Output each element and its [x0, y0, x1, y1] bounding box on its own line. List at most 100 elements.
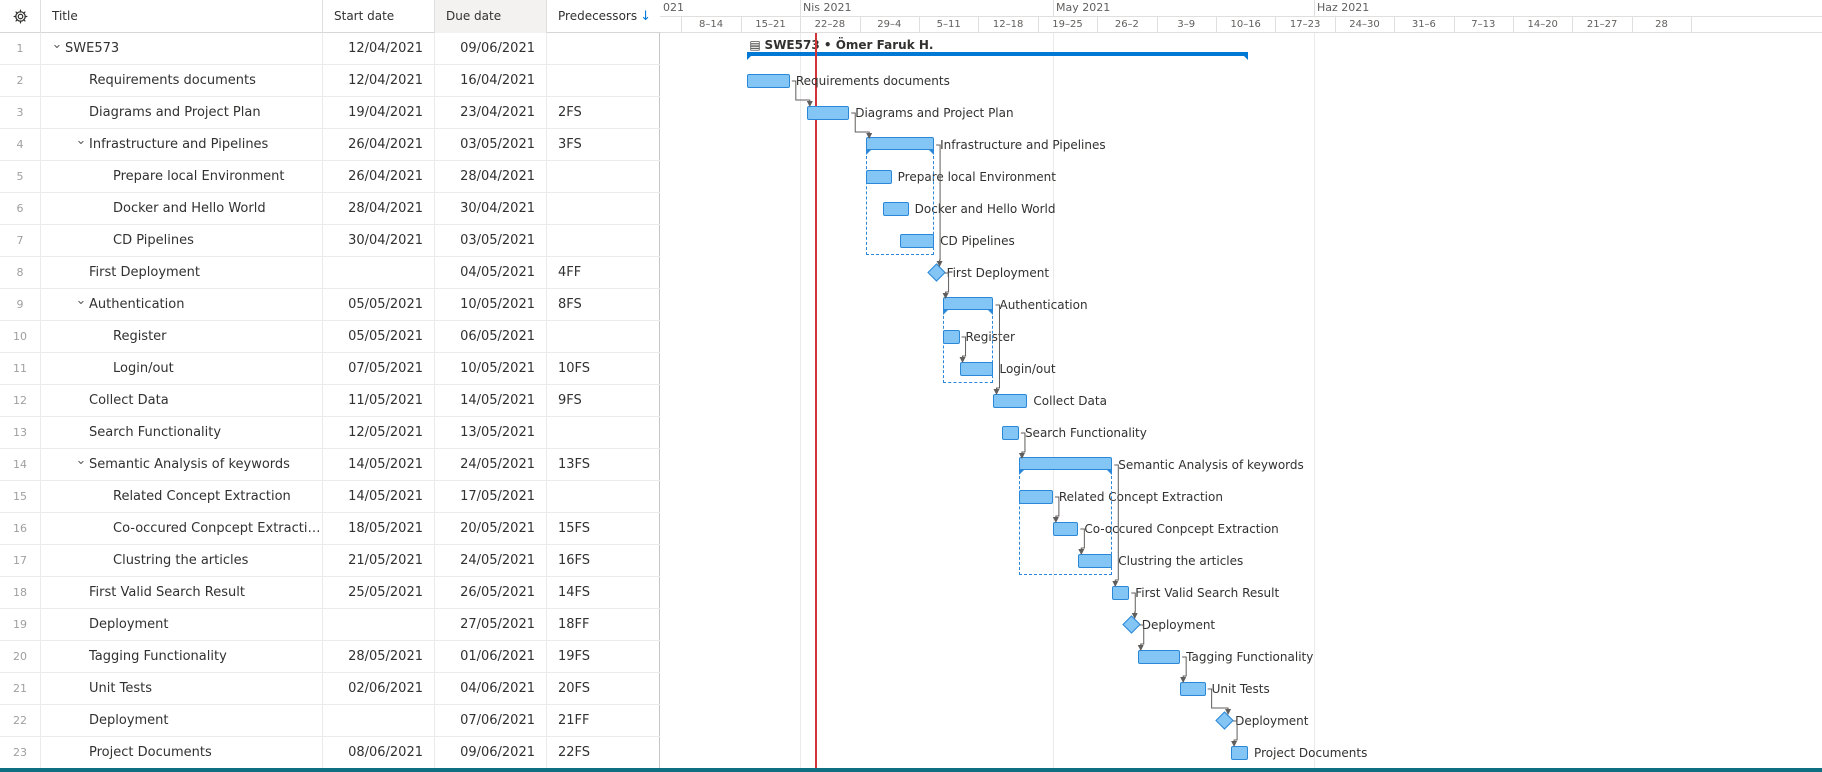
task-row[interactable]: 7 CD Pipelines 30/04/2021 03/05/2021	[0, 225, 660, 257]
task-title-cell[interactable]: Login/out	[41, 353, 323, 385]
column-header-start-date[interactable]: Start date	[323, 0, 435, 33]
start-date-cell[interactable]: 05/05/2021	[323, 321, 435, 353]
task-title-cell[interactable]: ⌄ Semantic Analysis of keywords	[41, 449, 323, 481]
task-row[interactable]: 20 Tagging Functionality 28/05/2021 01/06/2…	[0, 641, 660, 673]
start-date-cell[interactable]	[323, 705, 435, 737]
start-date-cell[interactable]: 21/05/2021	[323, 545, 435, 577]
task-title-cell[interactable]: Register	[41, 321, 323, 353]
chevron-down-icon[interactable]: ⌄	[49, 33, 65, 57]
task-title-cell[interactable]: Collect Data	[41, 385, 323, 417]
task-row[interactable]: 2 Requirements documents 12/04/2021 16/04/2…	[0, 65, 660, 97]
due-date-cell[interactable]: 14/05/2021	[435, 385, 547, 417]
task-row[interactable]: 18 First Valid Search Result 25/05/2021 26/…	[0, 577, 660, 609]
due-date-cell[interactable]: 10/05/2021	[435, 353, 547, 385]
task-row[interactable]: 15 Related Concept Extraction 14/05/2021 17…	[0, 481, 660, 513]
due-date-cell[interactable]: 24/05/2021	[435, 449, 547, 481]
predecessors-cell[interactable]: 9FS	[547, 385, 660, 417]
due-date-cell[interactable]: 23/04/2021	[435, 97, 547, 129]
due-date-cell[interactable]: 30/04/2021	[435, 193, 547, 225]
start-date-cell[interactable]: 11/05/2021	[323, 385, 435, 417]
task-row[interactable]: 11 Login/out 07/05/2021 10/05/2021 10FS	[0, 353, 660, 385]
start-date-cell[interactable]: 02/06/2021	[323, 673, 435, 705]
start-date-cell[interactable]: 26/04/2021	[323, 129, 435, 161]
due-date-cell[interactable]: 13/05/2021	[435, 417, 547, 449]
due-date-cell[interactable]: 09/06/2021	[435, 737, 547, 769]
column-header-due-date[interactable]: Due date	[435, 0, 547, 33]
task-title-cell[interactable]: ⌄ Infrastructure and Pipelines	[41, 129, 323, 161]
start-date-cell[interactable]: 12/04/2021	[323, 65, 435, 97]
due-date-cell[interactable]: 01/06/2021	[435, 641, 547, 673]
arrow-down-icon[interactable]: ↓	[640, 9, 651, 24]
task-title-cell[interactable]: Deployment	[41, 609, 323, 641]
due-date-cell[interactable]: 20/05/2021	[435, 513, 547, 545]
start-date-cell[interactable]: 14/05/2021	[323, 481, 435, 513]
predecessors-cell[interactable]: 3FS	[547, 129, 660, 161]
start-date-cell[interactable]: 08/06/2021	[323, 737, 435, 769]
start-date-cell[interactable]: 12/04/2021	[323, 33, 435, 65]
task-title-cell[interactable]: ⌄ Authentication	[41, 289, 323, 321]
due-date-cell[interactable]: 28/04/2021	[435, 161, 547, 193]
start-date-cell[interactable]: 28/04/2021	[323, 193, 435, 225]
predecessors-cell[interactable]	[547, 225, 660, 257]
due-date-cell[interactable]: 26/05/2021	[435, 577, 547, 609]
task-row[interactable]: 9 ⌄ Authentication 05/05/2021 10/05/2021 8FS	[0, 289, 660, 321]
task-title-cell[interactable]: First Valid Search Result	[41, 577, 323, 609]
predecessors-cell[interactable]: 13FS	[547, 449, 660, 481]
predecessors-cell[interactable]	[547, 321, 660, 353]
predecessors-cell[interactable]	[547, 161, 660, 193]
task-title-cell[interactable]: Diagrams and Project Plan	[41, 97, 323, 129]
due-date-cell[interactable]: 06/05/2021	[435, 321, 547, 353]
start-date-cell[interactable]: 05/05/2021	[323, 289, 435, 321]
start-date-cell[interactable]: 26/04/2021	[323, 161, 435, 193]
task-row[interactable]: 5 Prepare local Environment 26/04/2021 28/0…	[0, 161, 660, 193]
task-title-cell[interactable]: Project Documents	[41, 737, 323, 769]
start-date-cell[interactable]	[323, 609, 435, 641]
predecessors-cell[interactable]: 21FF	[547, 705, 660, 737]
due-date-cell[interactable]: 04/06/2021	[435, 673, 547, 705]
chevron-down-icon[interactable]: ⌄	[73, 129, 89, 153]
predecessors-cell[interactable]: 15FS	[547, 513, 660, 545]
due-date-cell[interactable]: 09/06/2021	[435, 33, 547, 65]
predecessors-cell[interactable]: 22FS	[547, 737, 660, 769]
due-date-cell[interactable]: 10/05/2021	[435, 289, 547, 321]
task-row[interactable]: 21 Unit Tests 02/06/2021 04/06/2021 20FS	[0, 673, 660, 705]
predecessors-cell[interactable]: 14FS	[547, 577, 660, 609]
task-row[interactable]: 19 Deployment 27/05/2021 18FF	[0, 609, 660, 641]
predecessors-cell[interactable]: 19FS	[547, 641, 660, 673]
task-row[interactable]: 13 Search Functionality 12/05/2021 13/05/20…	[0, 417, 660, 449]
predecessors-cell[interactable]: 2FS	[547, 97, 660, 129]
start-date-cell[interactable]: 19/04/2021	[323, 97, 435, 129]
task-title-cell[interactable]: Docker and Hello World	[41, 193, 323, 225]
task-title-cell[interactable]: Unit Tests	[41, 673, 323, 705]
chevron-down-icon[interactable]: ⌄	[73, 289, 89, 313]
due-date-cell[interactable]: 03/05/2021	[435, 129, 547, 161]
predecessors-cell[interactable]	[547, 65, 660, 97]
task-title-cell[interactable]: Clustring the articles	[41, 545, 323, 577]
start-date-cell[interactable]: 30/04/2021	[323, 225, 435, 257]
start-date-cell[interactable]: 07/05/2021	[323, 353, 435, 385]
column-header-title[interactable]: Title	[41, 0, 323, 33]
task-row[interactable]: 22 Deployment 07/06/2021 21FF	[0, 705, 660, 737]
task-title-cell[interactable]: CD Pipelines	[41, 225, 323, 257]
predecessors-cell[interactable]	[547, 417, 660, 449]
due-date-cell[interactable]: 17/05/2021	[435, 481, 547, 513]
predecessors-cell[interactable]	[547, 481, 660, 513]
task-title-cell[interactable]: Tagging Functionality	[41, 641, 323, 673]
task-title-cell[interactable]: Search Functionality	[41, 417, 323, 449]
task-title-cell[interactable]: First Deployment	[41, 257, 323, 289]
task-row[interactable]: 1 ⌄ SWE573 12/04/2021 09/06/2021	[0, 33, 660, 65]
column-settings-button[interactable]	[0, 0, 41, 33]
task-row[interactable]: 17 Clustring the articles 21/05/2021 24/05/…	[0, 545, 660, 577]
start-date-cell[interactable]: 12/05/2021	[323, 417, 435, 449]
task-row[interactable]: 12 Collect Data 11/05/2021 14/05/2021 9FS	[0, 385, 660, 417]
column-header-predecessors[interactable]: Predecessors ↓	[547, 0, 660, 33]
task-row[interactable]: 23 Project Documents 08/06/2021 09/06/2021 2…	[0, 737, 660, 769]
predecessors-cell[interactable]	[547, 33, 660, 65]
task-title-cell[interactable]: Co-occured Conpcept Extracti…	[41, 513, 323, 545]
due-date-cell[interactable]: 03/05/2021	[435, 225, 547, 257]
due-date-cell[interactable]: 07/06/2021	[435, 705, 547, 737]
task-row[interactable]: 6 Docker and Hello World 28/04/2021 30/04/2…	[0, 193, 660, 225]
task-row[interactable]: 14 ⌄ Semantic Analysis of keywords 14/05/20…	[0, 449, 660, 481]
start-date-cell[interactable]: 28/05/2021	[323, 641, 435, 673]
due-date-cell[interactable]: 27/05/2021	[435, 609, 547, 641]
